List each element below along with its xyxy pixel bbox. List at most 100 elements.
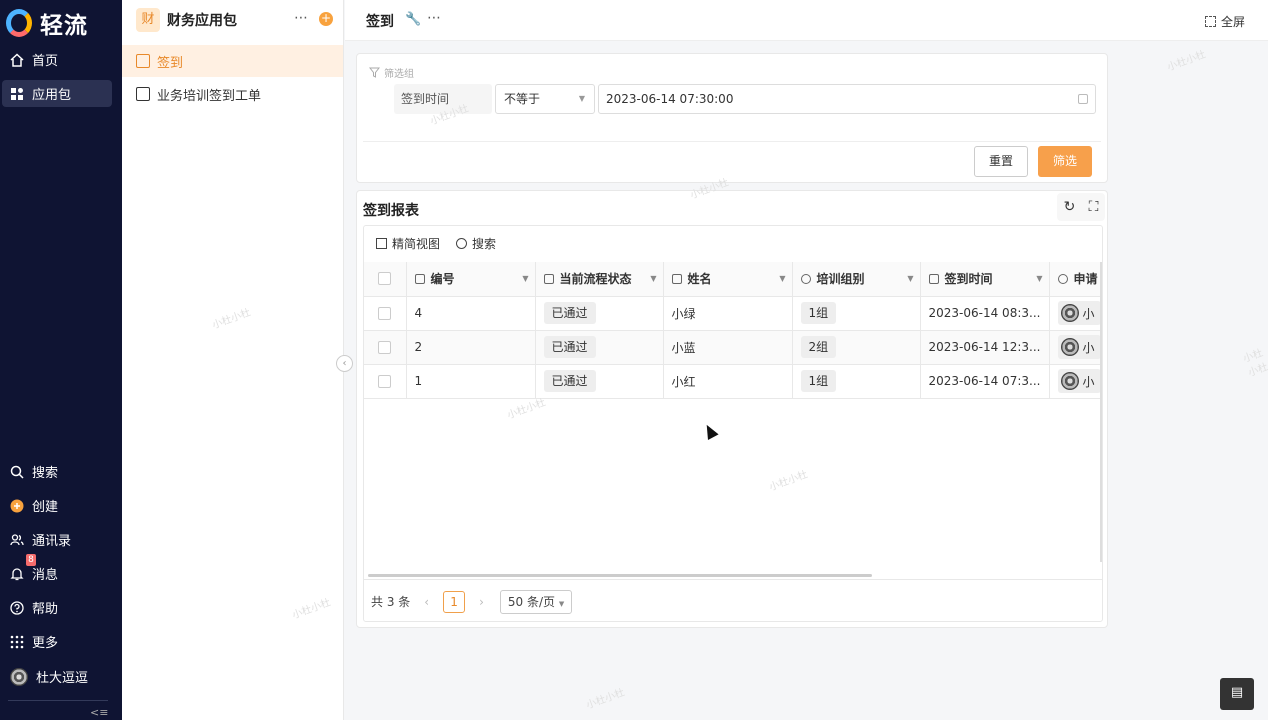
page-number-current[interactable]: 1 bbox=[443, 590, 466, 613]
cell-applicant: 小 bbox=[1049, 364, 1102, 399]
cell-group: 1组 bbox=[792, 296, 921, 331]
nav-item-label: 更多 bbox=[32, 636, 59, 651]
nav-item-contacts[interactable]: 通讯录 bbox=[2, 526, 112, 553]
table-row[interactable]: 2 已通过 小蓝 2组 2023-06-14 12:3... 小 bbox=[364, 330, 1102, 365]
nav-item-home[interactable]: 首页 bbox=[2, 46, 112, 73]
nav-item-apps[interactable]: 应用包 bbox=[2, 80, 112, 107]
package-title: 财务应用包 bbox=[167, 13, 237, 29]
row-checkbox[interactable] bbox=[378, 340, 392, 354]
refresh-icon[interactable]: ↻ bbox=[1064, 199, 1076, 215]
horizontal-scrollbar[interactable] bbox=[368, 574, 872, 577]
package-item-label: 业务培训签到工单 bbox=[157, 88, 262, 104]
status-tag: 已通过 bbox=[543, 336, 596, 358]
more-icon[interactable]: ⋯ bbox=[294, 10, 309, 26]
cell-status: 已通过 bbox=[535, 364, 664, 399]
chevron-down-icon: ▼ bbox=[558, 599, 565, 608]
column-header-applicant[interactable]: 申请 bbox=[1049, 262, 1102, 297]
person-field-icon bbox=[1057, 273, 1068, 284]
nav-item-search[interactable]: 搜索 bbox=[2, 458, 112, 485]
nav-item-label: 应用包 bbox=[32, 88, 72, 103]
filter-operator-select[interactable]: 不等于 ▼ bbox=[495, 84, 595, 114]
nav-item-more[interactable]: 更多 bbox=[2, 628, 112, 655]
avatar bbox=[1060, 372, 1079, 390]
home-icon bbox=[10, 52, 24, 67]
column-header-name[interactable]: 姓名 ▼ bbox=[663, 262, 793, 297]
more-icon[interactable]: ⋯ bbox=[427, 10, 442, 26]
report-tools: ↻ ⛶ bbox=[1057, 193, 1105, 221]
filter-card: 筛选组 签到时间 不等于 ▼ 2023-06-14 07:30:00 重置 筛选 bbox=[356, 53, 1108, 183]
date-field-icon bbox=[928, 273, 939, 284]
simple-view-label: 精简视图 bbox=[392, 236, 441, 251]
row-checkbox[interactable] bbox=[378, 374, 392, 388]
column-header-id[interactable]: 编号 ▼ bbox=[406, 262, 536, 297]
collapse-sidebar-icon[interactable]: <≡ bbox=[90, 706, 108, 719]
caret-down-icon[interactable]: ▼ bbox=[907, 274, 913, 283]
fullscreen-icon bbox=[1205, 16, 1216, 27]
table-row[interactable]: 1 已通过 小红 1组 2023-06-14 07:3... 小 bbox=[364, 364, 1102, 399]
report-table: 精简视图 搜索 编号 ▼ 当前流程状态 ▼ 姓名 ▼ 培训组别 ▼ 签到时间 ▼ 申请 bbox=[363, 225, 1103, 622]
form-icon bbox=[136, 87, 150, 101]
simple-view-button[interactable]: 精简视图 bbox=[376, 235, 440, 252]
prev-page-icon[interactable]: ‹ bbox=[424, 595, 429, 609]
package-item-training-form[interactable]: 业务培训签到工单 bbox=[122, 78, 343, 110]
table-icon bbox=[376, 237, 387, 249]
column-label: 培训组别 bbox=[816, 272, 865, 287]
row-checkbox[interactable] bbox=[378, 306, 392, 320]
status-tag: 已通过 bbox=[543, 370, 596, 392]
caret-down-icon[interactable]: ▼ bbox=[779, 274, 785, 283]
group-tag: 2组 bbox=[800, 336, 837, 358]
caret-down-icon[interactable]: ▼ bbox=[650, 274, 656, 283]
cell-time: 2023-06-14 08:3... bbox=[920, 296, 1050, 331]
next-page-icon[interactable]: › bbox=[479, 595, 484, 609]
column-label: 姓名 bbox=[687, 272, 712, 287]
total-count: 共 3 条 bbox=[371, 595, 411, 609]
add-icon[interactable]: + bbox=[319, 12, 333, 26]
chat-button[interactable]: ▤ bbox=[1220, 678, 1254, 710]
wrench-icon[interactable]: 🔧 bbox=[405, 12, 421, 27]
package-item-label: 签到 bbox=[157, 55, 184, 71]
panel-collapse-handle[interactable]: ‹ bbox=[336, 355, 353, 372]
report-card: 签到报表 ↻ ⛶ 精简视图 搜索 编号 ▼ 当前流程状态 ▼ 姓名 ▼ 培训组别… bbox=[356, 190, 1108, 628]
nav-item-label: 首页 bbox=[32, 54, 59, 69]
nav-item-create[interactable]: 创建 bbox=[2, 492, 112, 519]
user-chip: 小 bbox=[1057, 335, 1101, 359]
avatar bbox=[10, 667, 28, 686]
app-package-panel: 财 财务应用包 ⋯ + 签到 业务培训签到工单 bbox=[122, 0, 344, 720]
nav-item-profile[interactable]: 杜大逗逗 bbox=[2, 663, 112, 690]
user-name: 小 bbox=[1082, 374, 1095, 389]
plus-icon bbox=[10, 499, 24, 512]
cell-name: 小绿 bbox=[663, 296, 793, 331]
expand-icon[interactable]: ⛶ bbox=[1089, 199, 1099, 215]
watermark: 小杜小杜 bbox=[1241, 347, 1268, 380]
number-field-icon bbox=[414, 273, 425, 284]
column-label: 签到时间 bbox=[944, 272, 993, 287]
table-search-button[interactable]: 搜索 bbox=[456, 235, 496, 252]
brand-logo[interactable]: 轻流 bbox=[6, 6, 88, 40]
table-row[interactable]: 4 已通过 小绿 1组 2023-06-14 08:3... 小 bbox=[364, 296, 1102, 331]
caret-down-icon[interactable]: ▼ bbox=[522, 274, 528, 283]
nav-item-label: 创建 bbox=[32, 500, 59, 515]
fullscreen-button[interactable]: 全屏 bbox=[1205, 13, 1245, 30]
reset-button[interactable]: 重置 bbox=[974, 146, 1028, 177]
filter-field[interactable]: 签到时间 bbox=[394, 84, 492, 114]
watermark: 小杜小杜 bbox=[585, 687, 627, 712]
package-item-signin[interactable]: 签到 bbox=[122, 45, 343, 77]
select-all-checkbox[interactable] bbox=[378, 272, 392, 286]
filter-operator-value: 不等于 bbox=[504, 92, 541, 106]
nav-item-label: 搜索 bbox=[32, 466, 59, 481]
page-size-select[interactable]: 50 条/页 ▼ bbox=[499, 589, 573, 614]
nav-item-label: 帮助 bbox=[32, 602, 59, 617]
column-header-time[interactable]: 签到时间 ▼ bbox=[920, 262, 1050, 297]
nav-item-help[interactable]: 帮助 bbox=[2, 594, 112, 621]
caret-down-icon[interactable]: ▼ bbox=[1036, 274, 1042, 283]
nav-item-messages[interactable]: 8 消息 bbox=[2, 554, 112, 587]
filter-value-input[interactable]: 2023-06-14 07:30:00 bbox=[598, 84, 1096, 114]
filter-button[interactable]: 筛选 bbox=[1038, 146, 1092, 177]
row-select-cell bbox=[364, 330, 407, 365]
column-header-status[interactable]: 当前流程状态 ▼ bbox=[535, 262, 664, 297]
table-search-label: 搜索 bbox=[472, 236, 497, 251]
column-header-group[interactable]: 培训组别 ▼ bbox=[792, 262, 921, 297]
calendar-icon bbox=[1078, 94, 1088, 104]
vertical-scrollbar[interactable] bbox=[1100, 262, 1102, 562]
cell-time: 2023-06-14 12:3... bbox=[920, 330, 1050, 365]
